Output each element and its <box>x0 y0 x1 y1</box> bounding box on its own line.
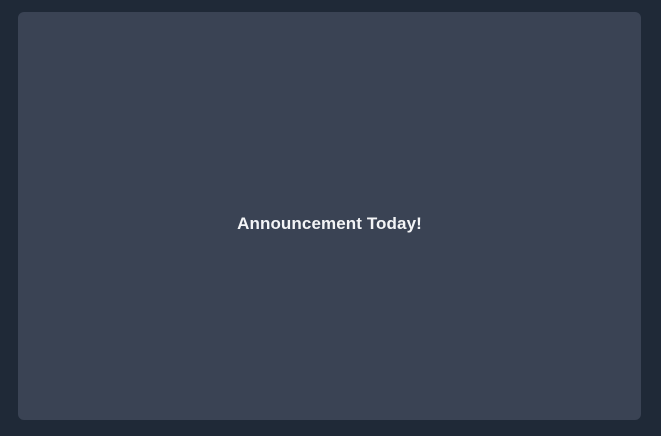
announcement-card: Announcement Today! <box>18 12 641 420</box>
announcement-message: Announcement Today! <box>237 214 422 233</box>
